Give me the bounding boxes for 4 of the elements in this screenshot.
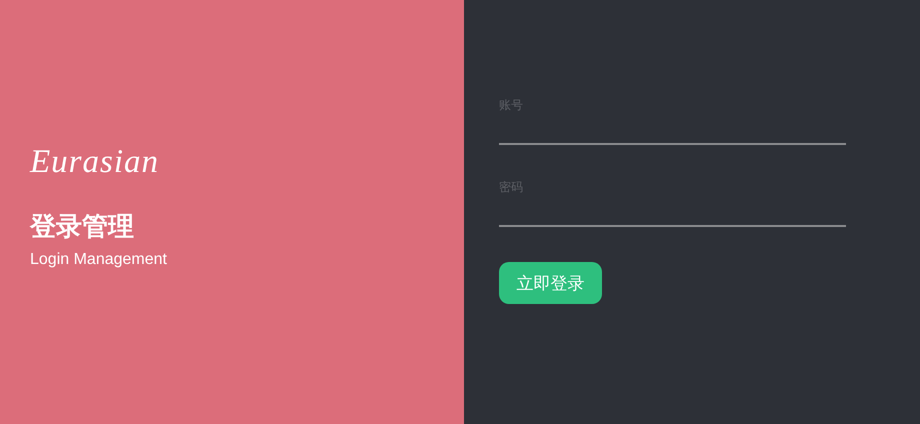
page-subtitle: Login Management [30, 250, 168, 270]
login-button[interactable]: 立即登录 [499, 262, 602, 304]
logo: Eurasian [30, 143, 160, 182]
page-title: 登录管理 [30, 211, 135, 244]
